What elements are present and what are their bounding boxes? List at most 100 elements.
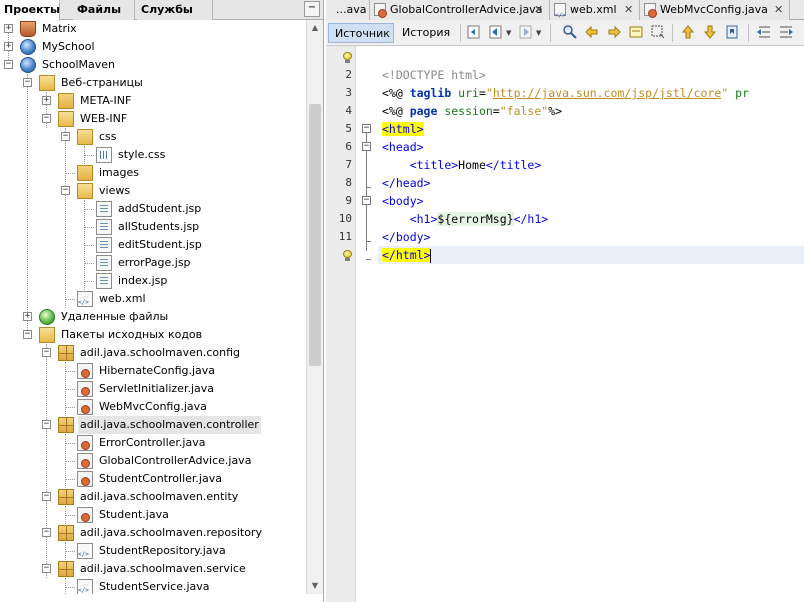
java-file-icon xyxy=(77,399,93,415)
java-file-icon xyxy=(374,3,387,18)
folder-open-icon xyxy=(58,111,74,127)
next-bookmark-icon[interactable] xyxy=(702,24,718,40)
package-icon xyxy=(58,489,74,505)
scroll-down-arrow-icon[interactable]: ▼ xyxy=(309,580,321,592)
fold-toggle-html[interactable]: − xyxy=(362,124,371,133)
tree-item-label: web.xml xyxy=(99,292,146,305)
hint-lightbulb-icon[interactable] xyxy=(343,52,352,63)
rectangular-selection-icon[interactable] xyxy=(650,24,666,40)
find-icon[interactable] xyxy=(562,24,578,40)
tree-item-label: StudentService.java xyxy=(99,580,210,593)
minimize-panel-button[interactable]: − xyxy=(304,1,320,17)
editor-tab-web-xml[interactable]: web.xml ✕ xyxy=(550,0,640,26)
tree-item-label: GlobalControllerAdvice.java xyxy=(99,454,252,467)
tree-item-label: css xyxy=(99,130,117,143)
package-icon xyxy=(58,561,74,577)
tree-item-label: ServletInitializer.java xyxy=(99,382,215,395)
source-view-button[interactable]: Источник xyxy=(328,23,394,43)
line-number: 4 xyxy=(345,104,352,117)
tree-item-label: index.jsp xyxy=(118,274,168,287)
editor-panel: ...ava GlobalControllerAdvice.java ✕ web… xyxy=(326,0,804,602)
tree-item-label: Веб-страницы xyxy=(61,76,143,89)
scrollbar-thumb[interactable] xyxy=(309,104,321,366)
jsp-file-icon xyxy=(96,255,112,271)
hint-lightbulb-icon[interactable] xyxy=(343,250,352,261)
line-number: 3 xyxy=(345,86,352,99)
projects-panel: Проекты Файлы Службы − + Matrix + MyScho… xyxy=(0,0,324,602)
code-area[interactable]: <!DOCTYPE html> <%@ taglib uri="http://j… xyxy=(378,46,804,602)
tree-scrollbar[interactable]: ▲ ▼ xyxy=(306,20,323,594)
toggle-bookmark-icon[interactable] xyxy=(724,24,740,40)
shift-left-icon[interactable] xyxy=(756,24,772,40)
code-line-3: <%@ taglib uri="http://java.sun.com/jsp/… xyxy=(382,86,750,100)
folder-icon xyxy=(58,93,74,109)
web-pages-folder-icon xyxy=(39,75,55,91)
tree-item-label: views xyxy=(99,184,131,197)
java-file-icon xyxy=(77,381,93,397)
forward-dropdown-icon[interactable]: ▼ xyxy=(536,29,541,37)
fold-toggle-head[interactable]: − xyxy=(362,142,371,151)
tree-item-label: Student.java xyxy=(99,508,169,521)
code-line-6: <head> xyxy=(382,140,424,154)
java-file-icon xyxy=(77,507,93,523)
java-file-icon xyxy=(77,471,93,487)
java-file-icon xyxy=(77,453,93,469)
tree-item-label: adil.java.schoolmaven.entity xyxy=(80,490,239,503)
java-file-icon xyxy=(77,435,93,451)
close-tab-icon[interactable]: ✕ xyxy=(624,0,633,20)
tab-files[interactable]: Файлы xyxy=(73,0,135,20)
line-number: 10 xyxy=(338,212,352,225)
tree-item-label: style.css xyxy=(118,148,166,161)
project-tree[interactable]: + Matrix + MySchool − SchoolMaven − Веб-… xyxy=(0,20,306,594)
text-cursor xyxy=(430,248,432,263)
tree-item-label: adil.java.schoolmaven.controller xyxy=(78,416,261,434)
jsp-file-icon xyxy=(96,273,112,289)
find-previous-icon[interactable] xyxy=(584,24,600,40)
tree-item-label: Пакеты исходных кодов xyxy=(61,328,203,341)
toggle-highlight-icon[interactable] xyxy=(628,24,644,40)
shift-right-icon[interactable] xyxy=(778,24,794,40)
editor-tab-globalcontrolleradvice[interactable]: GlobalControllerAdvice.java ✕ xyxy=(370,0,550,20)
line-number: 8 xyxy=(345,176,352,189)
line-number-gutter: 2 3 4 5 6 7 8 9 10 11 xyxy=(326,46,356,602)
previous-bookmark-icon[interactable] xyxy=(680,24,696,40)
editor-tab-truncated[interactable]: ...ava xyxy=(326,0,370,20)
forward-icon[interactable] xyxy=(518,24,534,40)
editor-tab-label: ...ava xyxy=(336,3,367,16)
project-cup-icon xyxy=(20,21,36,37)
remote-files-globe-icon xyxy=(39,309,55,325)
history-view-button[interactable]: История xyxy=(396,23,454,43)
last-edit-icon[interactable] xyxy=(466,24,482,40)
tab-services-label: Службы xyxy=(141,3,193,16)
tree-item-label: WEB-INF xyxy=(80,112,128,125)
css-file-icon xyxy=(96,147,112,163)
tab-services[interactable]: Службы xyxy=(137,0,213,20)
tree-item-label: StudentRepository.java xyxy=(99,544,226,557)
tree-item-label: WebMvcConfig.java xyxy=(99,400,207,413)
tree-item-label: adil.java.schoolmaven.repository xyxy=(80,526,262,539)
editor-tab-webmvcconfig[interactable]: WebMvcConfig.java ✕ xyxy=(640,0,790,20)
tree-item-label: MySchool xyxy=(42,40,95,53)
code-editor[interactable]: 2 3 4 5 6 7 8 9 10 11 − − − <!DOCTYPE ht… xyxy=(326,46,804,602)
folder-open-icon xyxy=(77,129,93,145)
back-dropdown-icon[interactable]: ▼ xyxy=(506,29,511,37)
tab-projects[interactable]: Проекты xyxy=(0,0,60,21)
editor-tab-label: WebMvcConfig.java xyxy=(660,3,768,16)
tab-files-label: Файлы xyxy=(77,3,122,16)
source-view-label: Источник xyxy=(335,27,390,40)
left-panel-tabs: Проекты Файлы Службы − xyxy=(0,0,323,21)
fold-toggle-body[interactable]: − xyxy=(362,196,371,205)
close-tab-icon[interactable]: ✕ xyxy=(774,0,783,20)
code-folding-column: − − − xyxy=(356,46,378,602)
close-tab-icon[interactable]: ✕ xyxy=(534,0,543,20)
code-line-9: <body> xyxy=(382,194,424,208)
java-interface-file-icon xyxy=(77,579,93,594)
java-file-icon xyxy=(77,363,93,379)
back-icon[interactable] xyxy=(488,24,504,40)
source-packages-folder-icon xyxy=(39,327,55,343)
line-number: 9 xyxy=(345,194,352,207)
find-next-icon[interactable] xyxy=(606,24,622,40)
taglib-uri-link[interactable]: http://java.sun.com/jsp/jstl/core xyxy=(493,86,721,100)
scroll-up-arrow-icon[interactable]: ▲ xyxy=(309,22,321,34)
history-view-label: История xyxy=(402,26,451,39)
